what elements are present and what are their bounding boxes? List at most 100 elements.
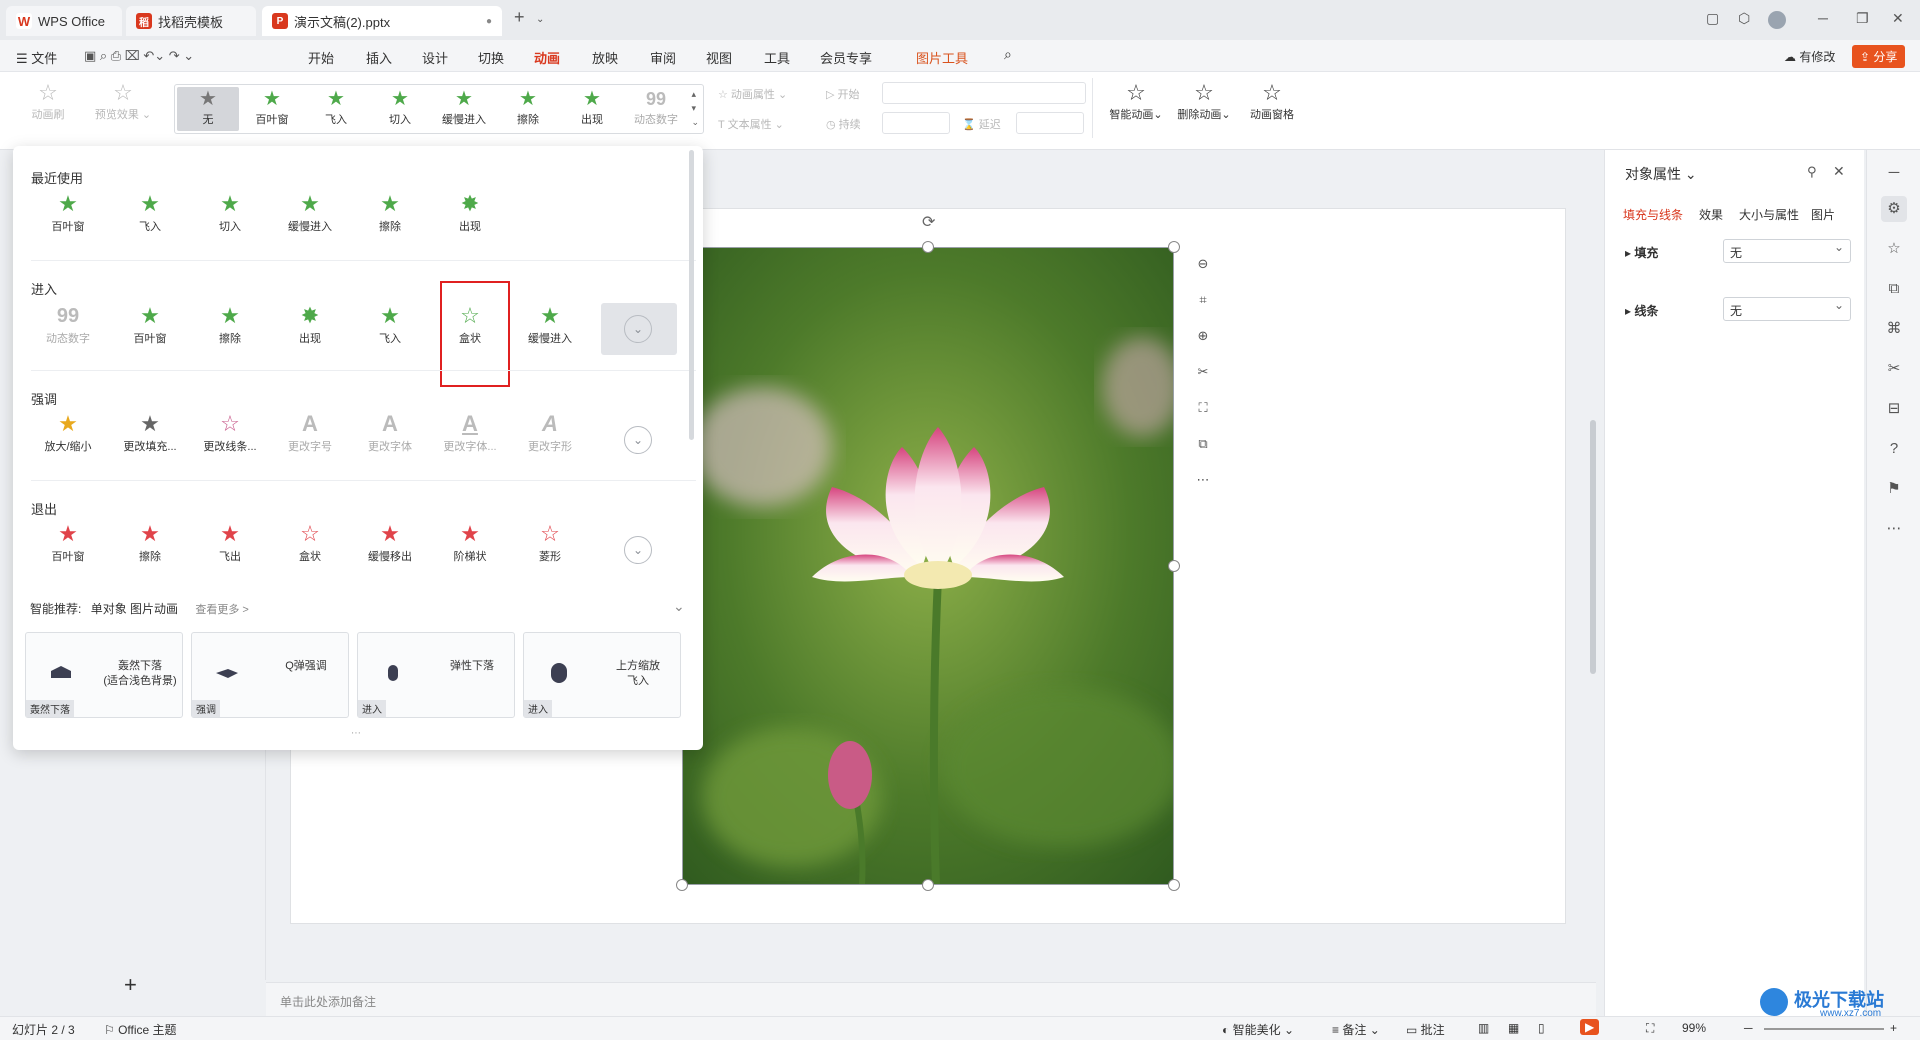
menu-design[interactable]: 设计 (422, 48, 448, 67)
menu-transition[interactable]: 切换 (478, 48, 504, 67)
enter-dynamic-number[interactable]: 99 动态数字 (31, 302, 105, 346)
beautify-button[interactable]: ◐ 智能美化 ⌄ (1222, 1021, 1294, 1038)
gallery-wipe[interactable]: ★ 擦除 (497, 87, 559, 131)
recent-blinds[interactable]: ★ 百叶窗 (31, 190, 105, 234)
sorter-view-icon[interactable]: ▦ (1508, 1021, 1519, 1035)
more-icon[interactable]: ⋯ (1190, 462, 1216, 498)
enter-appear[interactable]: ✸ 出现 (273, 302, 347, 346)
enter-slow-enter[interactable]: ★ 缓慢进入 (513, 302, 587, 346)
exit-stairs[interactable]: ★ 阶梯状 (433, 520, 507, 564)
gallery-dynamic-number[interactable]: 99 动态数字 (625, 87, 687, 131)
restore-icon[interactable]: ❐ (1856, 10, 1869, 27)
tab-list-chevron-icon[interactable]: ⌄ (536, 14, 544, 25)
menu-picture-tools[interactable]: 图片工具 (916, 48, 968, 67)
props-title[interactable]: 对象属性 ⌄ (1625, 164, 1697, 184)
start-select[interactable] (882, 82, 1086, 104)
rotate-handle-icon[interactable]: ⟳ (922, 212, 935, 232)
tab-effects[interactable]: 效果 (1699, 206, 1723, 223)
gallery-cut-in[interactable]: ★ 切入 (369, 87, 431, 131)
dropdown-scrollbar[interactable] (689, 150, 694, 440)
exit-diamond[interactable]: ☆ 菱形 (513, 520, 587, 564)
recent-cut-in[interactable]: ★ 切入 (193, 190, 267, 234)
resize-handle-r[interactable] (1168, 560, 1180, 572)
menu-member[interactable]: 会员专享 (820, 48, 872, 67)
gallery-scroll-icon[interactable]: ▴ ▾ ⌄ (691, 87, 699, 129)
rec-card-q-bounce[interactable]: Q弹强调 强调 (191, 632, 349, 718)
exit-slow-out[interactable]: ★ 缓慢移出 (353, 520, 427, 564)
fill-select[interactable]: 无 (1723, 239, 1851, 263)
gallery-fly-in[interactable]: ★ 飞入 (305, 87, 367, 131)
shirt-icon[interactable]: ⚑ (1881, 476, 1907, 502)
book-icon[interactable]: ⊟ (1881, 396, 1907, 422)
window-tile-icon[interactable]: ▢ (1706, 10, 1719, 27)
rec-card-elastic-drop[interactable]: 弹性下落 进入 (357, 632, 515, 718)
emph-font-size[interactable]: A 更改字号 (273, 410, 347, 454)
avatar[interactable] (1768, 11, 1786, 29)
notes-area[interactable]: 单击此处添加备注 (266, 982, 1596, 1016)
image-edit-icon[interactable]: ⌘ (1881, 316, 1907, 342)
gallery-appear[interactable]: ★ 出现 (561, 87, 623, 131)
enter-blinds[interactable]: ★ 百叶窗 (113, 302, 187, 346)
tools-icon[interactable]: ✂ (1190, 354, 1216, 390)
resize-grip-icon[interactable]: ⋯ (351, 728, 361, 739)
zoom-slider[interactable] (1764, 1028, 1884, 1030)
animation-pane-button[interactable]: ☆ 动画窗格 (1242, 80, 1302, 122)
delay-input[interactable] (1016, 112, 1084, 134)
theme-button[interactable]: ⚐ Office 主题 (104, 1021, 177, 1038)
exit-wipe[interactable]: ★ 擦除 (113, 520, 187, 564)
gallery-slow-enter[interactable]: ★ 缓慢进入 (433, 87, 495, 131)
menu-review[interactable]: 审阅 (650, 48, 676, 67)
recent-appear[interactable]: ✸ 出现 (433, 190, 507, 234)
exit-blinds[interactable]: ★ 百叶窗 (31, 520, 105, 564)
preview-effect-button[interactable]: ☆ 预览效果 ⌄ (88, 80, 158, 122)
help-icon[interactable]: ? (1881, 436, 1907, 462)
emph-fill[interactable]: ★ 更改填充... (113, 410, 187, 454)
shapes-icon[interactable]: ⧉ (1881, 276, 1907, 302)
emph-font[interactable]: A 更改字体 (353, 410, 427, 454)
resize-handle-t[interactable] (922, 241, 934, 253)
menu-animation[interactable]: 动画 (534, 48, 561, 74)
text-props-button[interactable]: T 文本属性 ⌄ (718, 116, 784, 132)
menu-tools[interactable]: 工具 (764, 48, 790, 67)
emph-line[interactable]: ☆ 更改线条... (193, 410, 267, 454)
zoom-in-icon[interactable]: + (1890, 1021, 1897, 1035)
collapse-rail-icon[interactable]: ─ (1881, 160, 1907, 186)
star-icon[interactable]: ☆ (1881, 236, 1907, 262)
rec-card-drop[interactable]: 轰然下落 (适合浅色背景) 轰然下落 (25, 632, 183, 718)
unsaved-dot-icon[interactable]: ● (486, 16, 492, 27)
delete-animation-button[interactable]: ☆ 删除动画⌄ (1172, 80, 1236, 122)
smart-animation-button[interactable]: ☆ 智能动画⌄ (1104, 80, 1168, 122)
collapse-icon[interactable]: ⊖ (1190, 246, 1216, 282)
emph-font-color[interactable]: A 更改字体... (433, 410, 507, 454)
anim-props-button[interactable]: ☆ 动画属性 ⌄ (718, 86, 787, 102)
share-button[interactable]: ⇪ 分享 (1852, 45, 1906, 68)
menu-slideshow[interactable]: 放映 (592, 48, 618, 67)
properties-icon[interactable]: ⚙ (1881, 196, 1907, 222)
fit-icon[interactable]: ⛶ (1646, 1021, 1654, 1036)
tab-docer[interactable]: 稻 找稻壳模板 (126, 6, 256, 36)
file-menu[interactable]: ☰ 文件 (16, 48, 57, 67)
search-icon[interactable]: ⌕ (1004, 46, 1012, 63)
minimize-icon[interactable]: ─ (1818, 10, 1828, 26)
new-tab-button[interactable]: + (514, 7, 525, 28)
recent-slow-enter[interactable]: ★ 缓慢进入 (273, 190, 347, 234)
notes-button[interactable]: ≡ 备注 ⌄ (1332, 1021, 1380, 1038)
gallery-none[interactable]: ★ 无 (177, 87, 239, 131)
tab-presentation[interactable]: P 演示文稿(2).pptx ● (262, 6, 502, 36)
recent-wipe[interactable]: ★ 擦除 (353, 190, 427, 234)
scan-icon[interactable]: ⛶ (1190, 390, 1216, 426)
emphasis-expand-icon[interactable]: ⌄ (624, 426, 652, 454)
modified-status[interactable]: ☁ 有修改 (1784, 48, 1835, 65)
tab-size-props[interactable]: 大小与属性 (1739, 206, 1799, 223)
zoom-in-icon[interactable]: ⊕ (1190, 318, 1216, 354)
zoom-level[interactable]: 99% (1682, 1021, 1706, 1035)
close-pane-icon[interactable]: ✕ (1833, 163, 1845, 180)
tools-icon[interactable]: ✂ (1881, 356, 1907, 382)
animation-brush-button[interactable]: ☆ 动画刷 (20, 80, 76, 122)
pin-icon[interactable]: ⚲ (1807, 164, 1817, 180)
menu-view[interactable]: 视图 (706, 48, 732, 67)
normal-view-icon[interactable]: ▥ (1478, 1021, 1489, 1035)
exit-fly-out[interactable]: ★ 飞出 (193, 520, 267, 564)
enter-expand-button[interactable]: ⌄ (601, 303, 677, 355)
slide-scrollbar[interactable] (1590, 420, 1596, 674)
